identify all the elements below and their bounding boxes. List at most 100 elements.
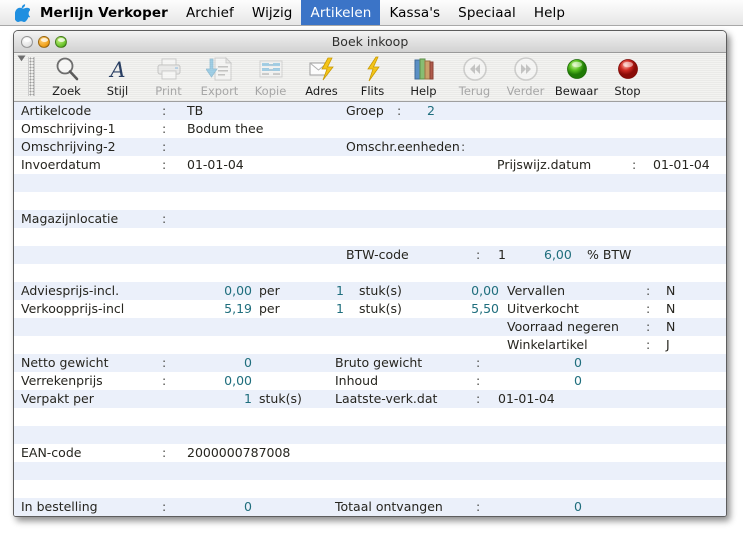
label-per: per: [259, 301, 280, 316]
value-winkelartikel[interactable]: J: [666, 337, 670, 353]
font-style-icon: A: [105, 55, 131, 83]
value-voorraad-negeren[interactable]: N: [666, 319, 675, 335]
toolbar-button-stijl[interactable]: A Stijl: [92, 53, 143, 100]
colon: :: [162, 139, 167, 154]
colon: :: [646, 283, 651, 298]
label-adviesprijs-incl: Adviesprijs-incl.: [21, 283, 120, 298]
lightning-bolt-icon: [360, 55, 386, 83]
label-per: per: [259, 283, 280, 298]
colon: :: [646, 301, 651, 316]
toolbar-button-kopie[interactable]: Kopie: [245, 53, 296, 100]
form-row: In bestelling : 0 Totaal ontvangen : 0: [14, 498, 726, 516]
value-netto-gewicht[interactable]: 0: [192, 355, 252, 371]
form-row: Invoerdatum : 01-01-04 Prijswijz.datum :…: [14, 156, 726, 174]
value-verkoopprijs-excl[interactable]: 5,50: [439, 301, 499, 317]
label-verpakt-per: Verpakt per: [21, 391, 94, 406]
toolbar-label-kopie: Kopie: [254, 84, 287, 98]
menu-item-help[interactable]: Help: [525, 0, 574, 25]
label-artikelcode: Artikelcode: [21, 103, 92, 118]
value-adviesprijs-incl[interactable]: 0,00: [192, 283, 252, 299]
label-stuks: stuk(s): [359, 283, 402, 298]
menu-item-wijzig[interactable]: Wijzig: [243, 0, 302, 25]
colon: :: [646, 319, 651, 334]
toolbar-label-bewaar: Bewaar: [554, 84, 599, 98]
toolbar-button-export[interactable]: Export: [194, 53, 245, 100]
value-adviesprijs-per[interactable]: 1: [314, 283, 344, 299]
form-row: BTW-code : 1 6,00 % BTW: [14, 246, 726, 264]
colon: :: [162, 211, 167, 226]
colon: :: [476, 373, 481, 388]
form-row: Omschrijving-1 : Bodum thee: [14, 120, 726, 138]
value-totaal-ontvangen[interactable]: 0: [522, 499, 582, 515]
menu-app-name[interactable]: Merlijn Verkoper: [34, 0, 177, 25]
value-omschrijving-1[interactable]: Bodum thee: [187, 121, 263, 137]
green-orb-icon: [564, 55, 590, 83]
printer-icon: [155, 55, 183, 83]
toolbar-label-flits: Flits: [360, 84, 385, 98]
form-row: Magazijnlocatie :: [14, 210, 726, 228]
colon: :: [461, 139, 466, 154]
value-artikelcode[interactable]: TB: [187, 103, 203, 119]
menu-item-artikelen[interactable]: Artikelen: [301, 0, 381, 25]
form-row: Adviesprijs-incl. 0,00 per 1 stuk(s) 0,0…: [14, 282, 726, 300]
value-verkoopprijs-incl[interactable]: 5,19: [192, 301, 252, 317]
menu-item-archief[interactable]: Archief: [177, 0, 243, 25]
label-stuks: stuk(s): [359, 301, 402, 316]
toolbar-grip[interactable]: [28, 57, 35, 96]
toolbar: Zoek A Stijl Print Export Kopie Adres Fl…: [14, 53, 726, 102]
colon: :: [476, 355, 481, 370]
toolbar-button-zoek[interactable]: Zoek: [41, 53, 92, 100]
form-row: Verkoopprijs-incl 5,19 per 1 stuk(s) 5,5…: [14, 300, 726, 318]
value-bruto-gewicht[interactable]: 0: [522, 355, 582, 371]
value-in-bestelling[interactable]: 0: [192, 499, 252, 515]
colon: :: [476, 499, 481, 514]
toolbar-button-flits[interactable]: Flits: [347, 53, 398, 100]
value-btw-code[interactable]: 1: [498, 247, 506, 263]
value-groep[interactable]: 2: [427, 103, 435, 119]
menu-item-kassas[interactable]: Kassa's: [380, 0, 449, 25]
label-omschr-eenheden: Omschr.eenheden: [346, 139, 460, 154]
form-row-spacer: [14, 480, 726, 498]
label-magazijnlocatie: Magazijnlocatie: [21, 211, 119, 226]
value-invoerdatum[interactable]: 01-01-04: [187, 157, 244, 173]
window-title: Boek inkoop: [331, 34, 409, 49]
toolbar-button-stop[interactable]: Stop: [602, 53, 653, 100]
toolbar-disclosure-triangle-icon[interactable]: [14, 53, 28, 102]
toolbar-label-adres: Adres: [305, 84, 338, 98]
value-prijswijz-datum[interactable]: 01-01-04: [653, 157, 710, 173]
toolbar-button-bewaar[interactable]: Bewaar: [551, 53, 602, 100]
toolbar-button-print[interactable]: Print: [143, 53, 194, 100]
label-winkelartikel: Winkelartikel: [507, 337, 588, 352]
colon: :: [162, 445, 167, 460]
form-row: Artikelcode : TB Groep : 2: [14, 102, 726, 120]
label-ean-code: EAN-code: [21, 445, 82, 460]
menu-item-speciaal[interactable]: Speciaal: [449, 0, 525, 25]
toolbar-label-zoek: Zoek: [52, 84, 81, 98]
label-vervallen: Vervallen: [507, 283, 566, 298]
toolbar-label-stijl: Stijl: [106, 84, 129, 98]
toolbar-button-adres[interactable]: Adres: [296, 53, 347, 100]
value-verrekenprijs[interactable]: 0,00: [192, 373, 252, 389]
toolbar-button-terug[interactable]: Terug: [449, 53, 500, 100]
apple-logo-icon[interactable]: [0, 0, 34, 25]
toolbar-button-help[interactable]: Help: [398, 53, 449, 100]
colon: :: [476, 391, 481, 406]
value-adviesprijs-excl[interactable]: 0,00: [439, 283, 499, 299]
form-row-spacer: [14, 192, 726, 210]
value-ean-code[interactable]: 2000000787008: [187, 445, 290, 461]
value-btw-percentage[interactable]: 6,00: [544, 247, 572, 263]
value-verkoopprijs-per[interactable]: 1: [314, 301, 344, 317]
toolbar-button-verder[interactable]: Verder: [500, 53, 551, 100]
value-vervallen[interactable]: N: [666, 283, 675, 299]
form-row-spacer: [14, 228, 726, 246]
window-titlebar: Boek inkoop: [14, 31, 726, 53]
colon: :: [162, 355, 167, 370]
value-verpakt-per[interactable]: 1: [214, 391, 252, 407]
value-inhoud[interactable]: 0: [522, 373, 582, 389]
label-voorraad-negeren: Voorraad negeren: [507, 319, 619, 334]
toolbar-label-help: Help: [410, 84, 437, 98]
value-laatste-verk-dat[interactable]: 01-01-04: [498, 391, 555, 407]
record-form: Artikelcode : TB Groep : 2 Omschrijving-…: [14, 102, 726, 516]
value-uitverkocht[interactable]: N: [666, 301, 675, 317]
form-row: Verpakt per 1 stuk(s) Laatste-verk.dat :…: [14, 390, 726, 408]
